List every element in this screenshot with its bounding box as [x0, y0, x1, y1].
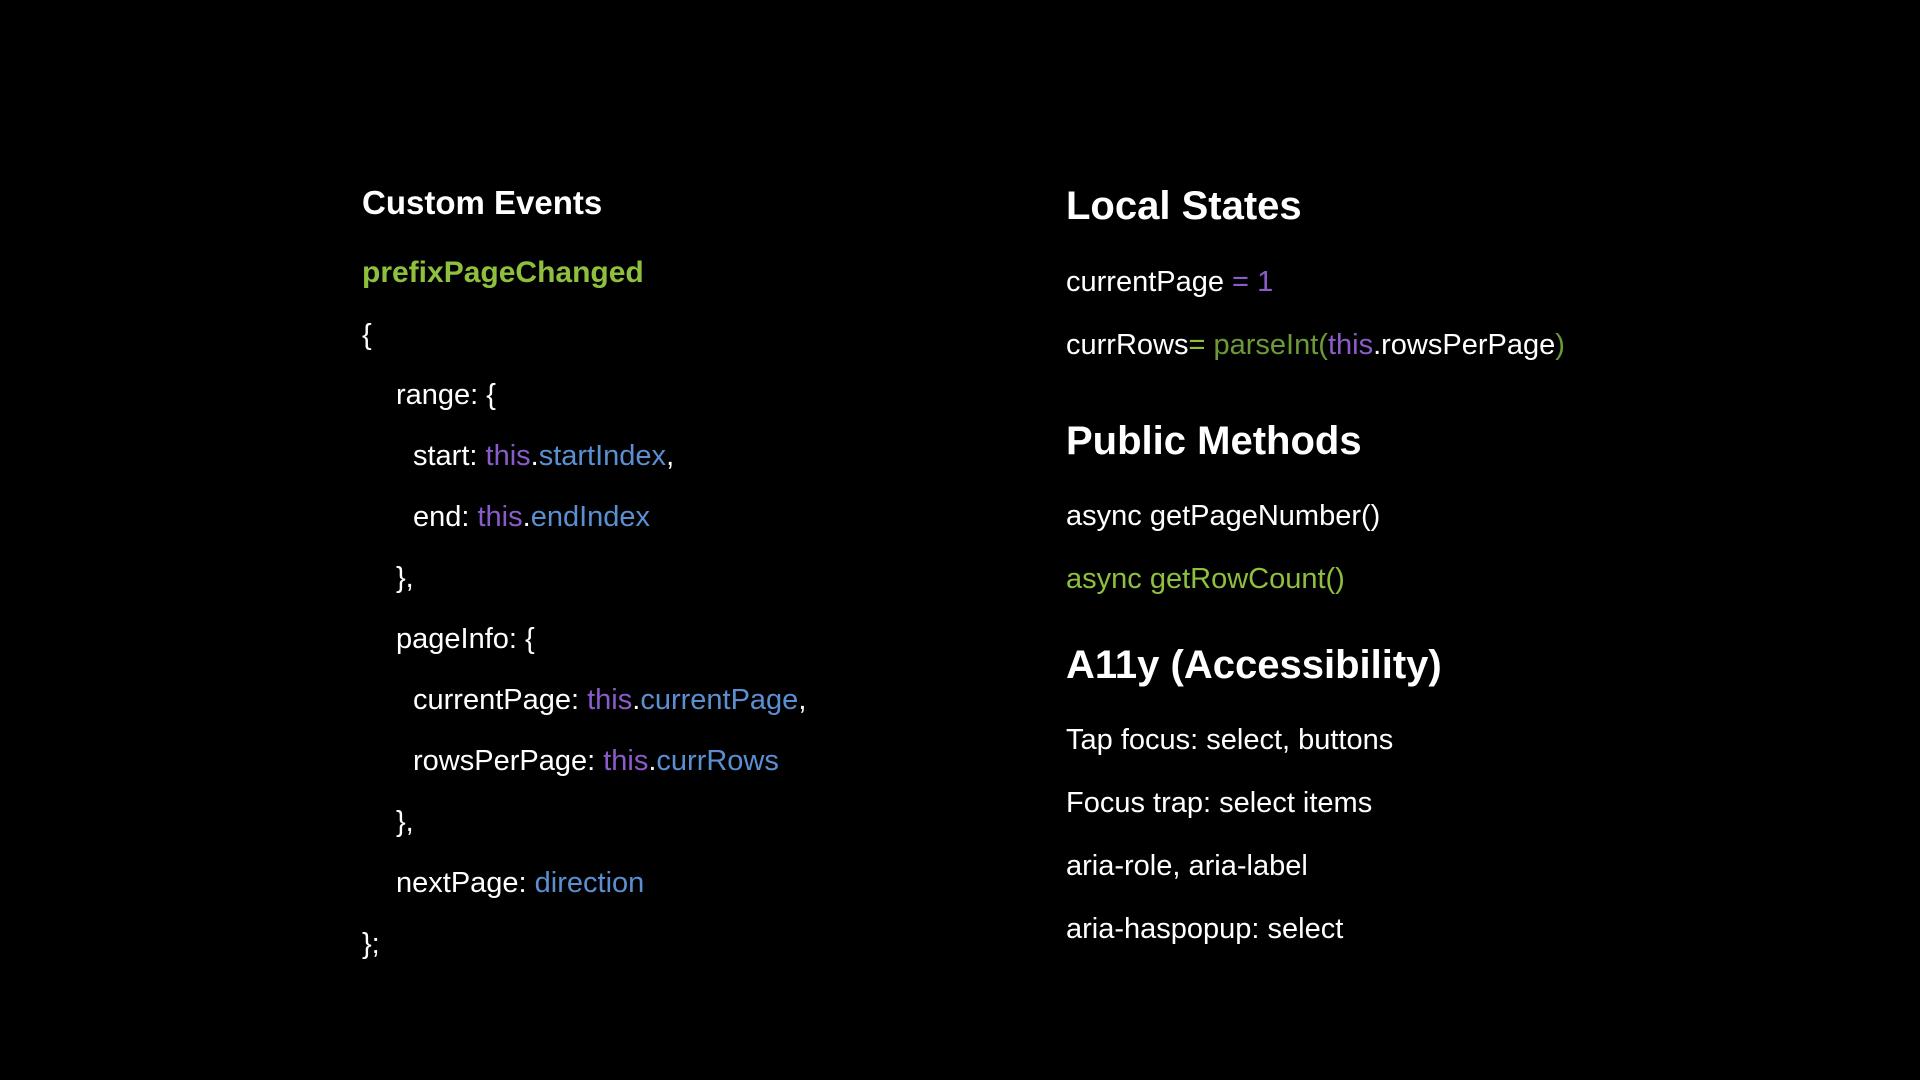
code-end-this: this: [477, 501, 523, 533]
code-rowsperpage-prop: currRows: [656, 745, 779, 777]
current-page-operator: =: [1224, 266, 1258, 298]
code-end-line: end: this.endIndex: [413, 500, 650, 534]
code-start-line: start: this.startIndex,: [413, 439, 674, 473]
code-start-key: start:: [413, 440, 486, 472]
public-method-item: async getPageNumber(): [1066, 500, 1381, 532]
code-nextpage-line: nextPage: direction: [396, 866, 644, 900]
code-range-key: range: {: [396, 379, 496, 411]
code-rowsperpage-this: this: [603, 745, 649, 777]
code-start-dot: .: [530, 440, 539, 472]
current-page-value: 1: [1257, 266, 1274, 298]
current-page-name: currentPage: [1066, 266, 1224, 298]
code-start-this: this: [485, 440, 531, 472]
code-nextpage-value: direction: [534, 867, 645, 899]
code-end-key: end:: [413, 501, 478, 533]
code-currentpage-prop: currentPage: [640, 684, 799, 716]
code-pageinfo-close: },: [396, 806, 414, 838]
code-rowsperpage-line: rowsPerPage: this.currRows: [413, 744, 779, 778]
public-method-item: async getRowCount(): [1066, 563, 1345, 595]
code-currentpage-comma: ,: [798, 684, 807, 716]
code-pageinfo-key: pageInfo: {: [396, 623, 535, 655]
a11y-item: Tap focus: select, buttons: [1066, 724, 1394, 756]
code-currentpage-line: currentPage: this.currentPage,: [413, 683, 806, 717]
curr-rows-paren-open: (: [1318, 329, 1328, 361]
a11y-item: aria-role, aria-label: [1066, 850, 1308, 882]
local-states-heading: Local States: [1066, 184, 1302, 228]
local-state-curr-rows: currRows= parseInt(this.rowsPerPage): [1066, 328, 1565, 362]
code-currentpage-this: this: [587, 684, 633, 716]
curr-rows-operator: =: [1188, 329, 1214, 361]
local-state-current-page: currentPage = 1: [1066, 265, 1273, 299]
code-rowsperpage-key: rowsPerPage:: [413, 745, 604, 777]
curr-rows-name: currRows: [1066, 329, 1189, 361]
code-end-dot: .: [522, 501, 531, 533]
code-currentpage-key: currentPage:: [413, 684, 588, 716]
curr-rows-this: this: [1327, 329, 1374, 361]
a11y-item: aria-haspopup: select: [1066, 913, 1344, 945]
curr-rows-paren-close: ): [1555, 329, 1565, 361]
curr-rows-prop: .rowsPerPage: [1373, 329, 1556, 361]
code-start-comma: ,: [666, 440, 675, 472]
a11y-heading: A11y (Accessibility): [1066, 643, 1442, 687]
curr-rows-func: parseInt: [1213, 329, 1319, 361]
event-name: prefixPageChanged: [362, 256, 644, 289]
public-methods-heading: Public Methods: [1066, 419, 1362, 463]
code-close-brace: };: [362, 928, 380, 960]
custom-events-heading: Custom Events: [362, 184, 603, 221]
code-nextpage-key: nextPage:: [396, 867, 535, 899]
code-open-brace: {: [362, 319, 372, 351]
code-range-close: },: [396, 562, 414, 594]
code-end-prop: endIndex: [530, 501, 651, 533]
code-start-prop: startIndex: [538, 440, 667, 472]
a11y-item: Focus trap: select items: [1066, 787, 1373, 819]
